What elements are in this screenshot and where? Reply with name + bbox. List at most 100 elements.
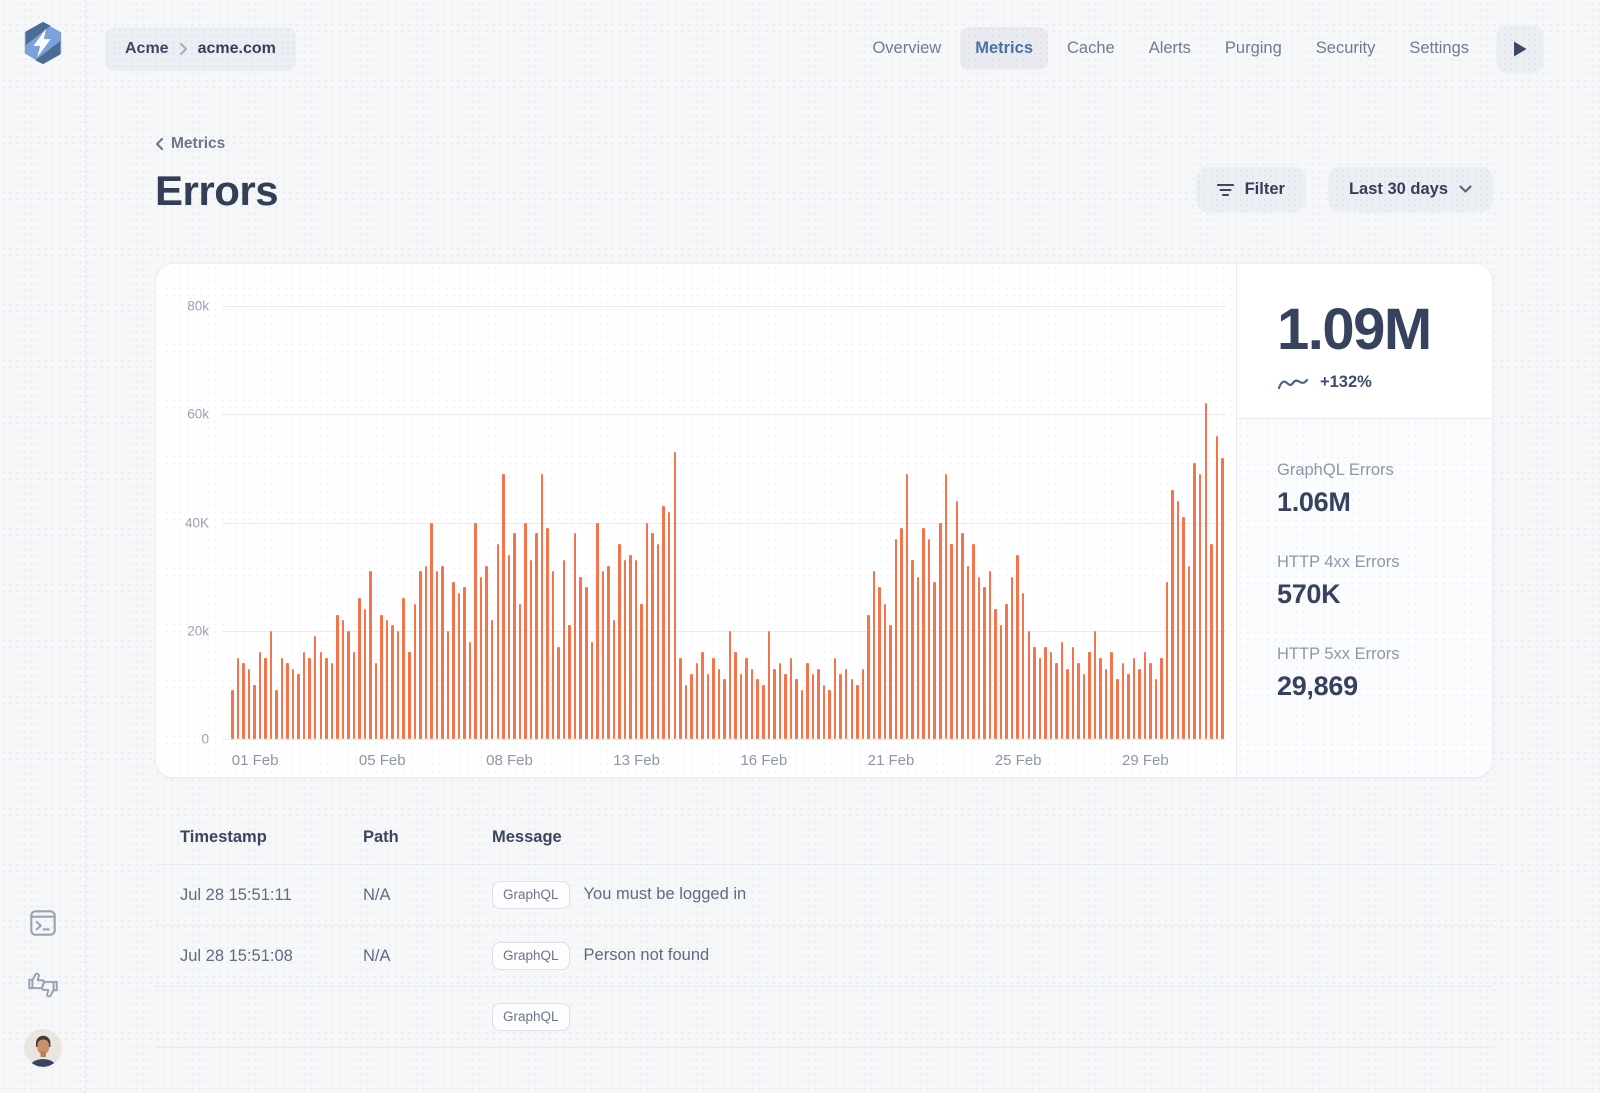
table-row[interactable]: Jul 28 15:51:08N/AGraphQLPerson not foun…	[155, 926, 1493, 987]
error-bar[interactable]	[386, 620, 389, 739]
error-bar[interactable]	[541, 474, 544, 739]
error-bar[interactable]	[978, 577, 981, 739]
error-bar[interactable]	[530, 560, 533, 739]
error-bar[interactable]	[751, 669, 754, 739]
filter-button[interactable]: Filter	[1196, 167, 1306, 212]
error-bar[interactable]	[1033, 647, 1036, 739]
error-bar[interactable]	[485, 566, 488, 739]
error-bar[interactable]	[983, 587, 986, 739]
error-bar[interactable]	[397, 631, 400, 739]
error-bar[interactable]	[602, 571, 605, 739]
error-bar[interactable]	[651, 533, 654, 739]
error-bar[interactable]	[806, 663, 809, 739]
error-bar[interactable]	[281, 658, 284, 739]
breadcrumb[interactable]: Acme acme.com	[105, 27, 296, 71]
error-bar[interactable]	[817, 669, 820, 739]
error-bar[interactable]	[259, 652, 262, 739]
error-bar[interactable]	[358, 598, 361, 739]
error-bar[interactable]	[1171, 490, 1174, 739]
error-bar[interactable]	[1016, 555, 1019, 739]
error-bar[interactable]	[845, 669, 848, 739]
error-bar[interactable]	[1127, 674, 1130, 739]
error-bar[interactable]	[928, 539, 931, 739]
error-bar[interactable]	[502, 474, 505, 739]
error-bar[interactable]	[1210, 544, 1213, 739]
error-bar[interactable]	[380, 615, 383, 739]
error-bar[interactable]	[734, 652, 737, 739]
error-bar[interactable]	[756, 679, 759, 739]
error-bar[interactable]	[784, 674, 787, 739]
error-bar[interactable]	[353, 652, 356, 739]
error-bar[interactable]	[436, 571, 439, 739]
nav-item-overview[interactable]: Overview	[857, 27, 956, 70]
error-bar[interactable]	[1149, 663, 1152, 739]
error-bar[interactable]	[613, 620, 616, 739]
error-bar[interactable]	[823, 685, 826, 739]
error-bar[interactable]	[1044, 647, 1047, 739]
error-bar[interactable]	[690, 674, 693, 739]
error-bar[interactable]	[851, 679, 854, 739]
error-bar[interactable]	[248, 669, 251, 739]
terminal-button[interactable]	[25, 905, 61, 941]
error-bar[interactable]	[812, 674, 815, 739]
error-bar[interactable]	[375, 663, 378, 739]
error-bar[interactable]	[662, 506, 665, 739]
error-bar[interactable]	[873, 571, 876, 739]
error-bar[interactable]	[425, 566, 428, 739]
error-bar[interactable]	[596, 523, 599, 740]
error-bar[interactable]	[1050, 652, 1053, 739]
error-bar[interactable]	[856, 685, 859, 739]
error-bar[interactable]	[1155, 679, 1158, 739]
nav-item-metrics[interactable]: Metrics	[960, 27, 1048, 70]
error-bar[interactable]	[342, 620, 345, 739]
error-bar[interactable]	[264, 658, 267, 739]
error-bar[interactable]	[1116, 679, 1119, 739]
error-bar[interactable]	[1216, 436, 1219, 739]
error-bar[interactable]	[320, 652, 323, 739]
nav-item-purging[interactable]: Purging	[1210, 27, 1297, 70]
error-bar[interactable]	[1072, 647, 1075, 739]
error-bar[interactable]	[331, 663, 334, 739]
error-bar[interactable]	[369, 571, 372, 739]
error-bar[interactable]	[635, 560, 638, 739]
error-bar[interactable]	[480, 577, 483, 739]
table-row[interactable]: Jul 28 15:51:11N/AGraphQLYou must be log…	[155, 865, 1493, 926]
error-bar[interactable]	[292, 669, 295, 739]
error-bar[interactable]	[469, 642, 472, 739]
error-bar[interactable]	[922, 528, 925, 739]
error-bar[interactable]	[253, 685, 256, 739]
table-row[interactable]: GraphQL	[155, 987, 1493, 1048]
error-bar[interactable]	[497, 544, 500, 739]
error-bar[interactable]	[1083, 674, 1086, 739]
error-bar[interactable]	[452, 582, 455, 739]
error-bar[interactable]	[519, 604, 522, 739]
error-bar[interactable]	[895, 539, 898, 739]
error-bar[interactable]	[723, 679, 726, 739]
error-bar[interactable]	[906, 474, 909, 739]
error-bar[interactable]	[347, 631, 350, 739]
error-bar[interactable]	[1144, 652, 1147, 739]
error-bar[interactable]	[790, 658, 793, 739]
error-bar[interactable]	[911, 560, 914, 739]
error-bar[interactable]	[696, 663, 699, 739]
error-bar[interactable]	[297, 674, 300, 739]
error-bar[interactable]	[441, 566, 444, 739]
error-bar[interactable]	[685, 685, 688, 739]
error-bar[interactable]	[242, 663, 245, 739]
error-bar[interactable]	[275, 690, 278, 739]
nav-item-alerts[interactable]: Alerts	[1134, 27, 1206, 70]
error-bar[interactable]	[1028, 631, 1031, 739]
error-bar[interactable]	[624, 560, 627, 739]
breadcrumb-org[interactable]: Acme	[125, 40, 169, 58]
error-bar[interactable]	[1000, 625, 1003, 739]
error-bar[interactable]	[646, 523, 649, 740]
error-bar[interactable]	[563, 560, 566, 739]
error-bar[interactable]	[1094, 631, 1097, 739]
error-bar[interactable]	[491, 620, 494, 739]
error-bar[interactable]	[933, 582, 936, 739]
error-bar[interactable]	[1160, 658, 1163, 739]
error-bar[interactable]	[745, 658, 748, 739]
nav-item-settings[interactable]: Settings	[1394, 27, 1484, 70]
error-bar[interactable]	[1182, 517, 1185, 739]
error-bar[interactable]	[513, 533, 516, 739]
